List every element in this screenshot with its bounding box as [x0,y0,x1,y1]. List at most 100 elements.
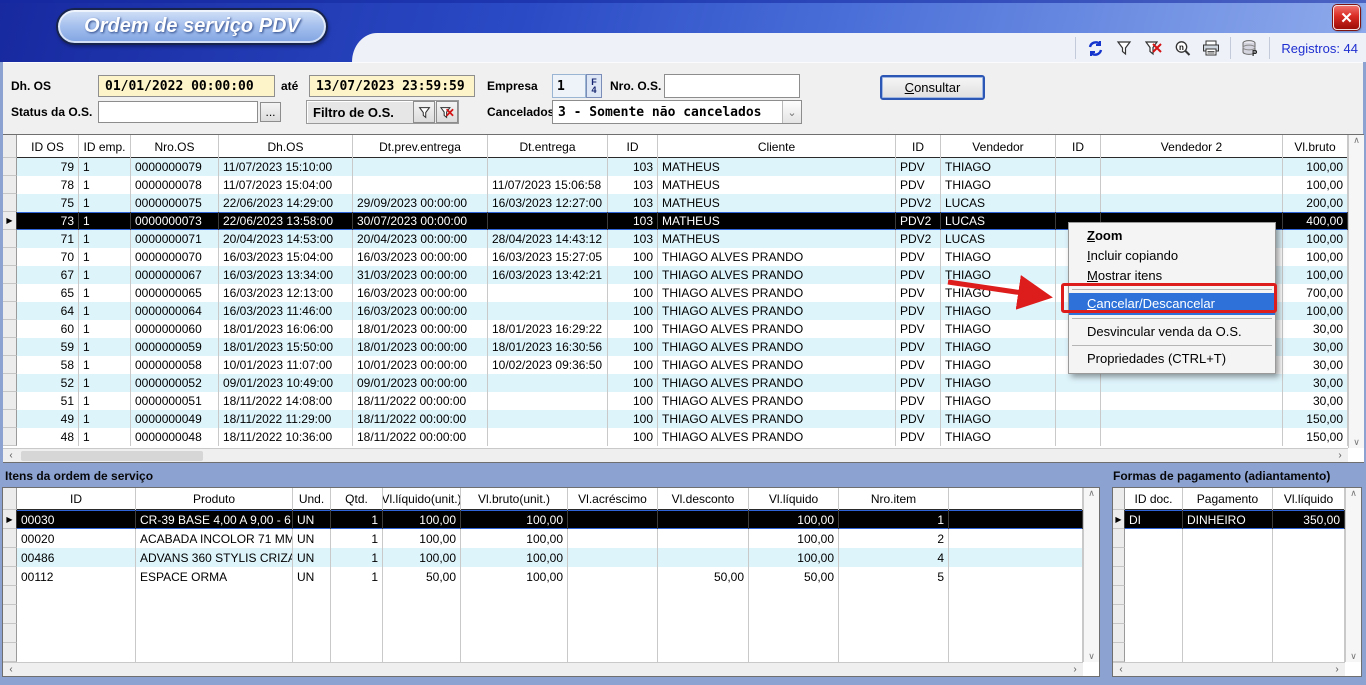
items-cell[interactable]: 100,00 [461,567,568,586]
orders-row[interactable]: 491000000004918/11/2022 11:29:0018/11/20… [3,410,1364,428]
orders-cell[interactable] [353,176,488,194]
orders-cell[interactable]: PDV [896,356,941,374]
orders-cell[interactable]: 100 [608,356,658,374]
orders-cell[interactable]: 150,00 [1283,428,1348,446]
orders-cell[interactable]: 18/01/2023 16:06:00 [219,320,353,338]
items-cell[interactable]: 100,00 [461,529,568,548]
orders-cell[interactable]: 0000000078 [131,176,219,194]
orders-cell[interactable]: 31/03/2023 00:00:00 [353,266,488,284]
filtro-os-filter-button[interactable] [413,101,435,123]
orders-col-header[interactable]: Dt.prev.entrega [353,135,488,158]
orders-cell[interactable]: 1 [79,248,131,266]
items-cell[interactable]: 00020 [17,529,136,548]
orders-cell[interactable]: THIAGO ALVES PRANDO [658,248,896,266]
orders-cell[interactable]: 100,00 [1283,248,1348,266]
orders-cell[interactable]: THIAGO [941,176,1056,194]
items-hscrollbar[interactable]: ‹› [3,662,1083,676]
orders-cell[interactable]: THIAGO [941,266,1056,284]
orders-cell[interactable]: 1 [79,428,131,446]
orders-col-header[interactable]: ID emp. [79,135,131,158]
orders-cell[interactable]: 16/03/2023 12:27:00 [488,194,608,212]
scroll-right-icon[interactable]: › [1332,450,1348,461]
scroll-left-icon[interactable]: ‹ [3,450,19,461]
orders-cell[interactable]: 29/09/2023 00:00:00 [353,194,488,212]
items-cell[interactable]: 100,00 [749,510,839,529]
orders-cell[interactable]: 51 [17,392,79,410]
orders-cell[interactable]: 1 [79,302,131,320]
items-col-header[interactable]: Produto [136,488,293,510]
filtro-os-clear-button[interactable] [436,101,458,123]
orders-cell[interactable]: 30/07/2023 00:00:00 [353,212,488,230]
payments-vscrollbar[interactable]: ∧∨ [1345,488,1361,662]
orders-cell[interactable]: THIAGO [941,428,1056,446]
orders-cell[interactable]: 700,00 [1283,284,1348,302]
items-cell[interactable]: 1 [331,529,383,548]
orders-cell[interactable]: 100,00 [1283,230,1348,248]
scroll-down-icon[interactable]: ∨ [1084,651,1100,662]
orders-cell[interactable] [1101,428,1283,446]
orders-cell[interactable]: 1 [79,374,131,392]
items-cell[interactable]: CR-39 BASE 4,00 A 9,00 - 6 [136,510,293,529]
items-cell[interactable]: UN [293,510,331,529]
orders-cell[interactable] [488,284,608,302]
menu-item[interactable]: Desvincular venda da O.S. [1069,322,1275,342]
orders-cell[interactable]: 52 [17,374,79,392]
orders-cell[interactable]: MATHEUS [658,230,896,248]
orders-cell[interactable]: 30,00 [1283,374,1348,392]
orders-cell[interactable]: 0000000071 [131,230,219,248]
items-cell[interactable]: 1 [331,567,383,586]
payments-col-header[interactable]: ID doc. [1125,488,1183,510]
orders-col-header[interactable]: ID OS [17,135,79,158]
orders-cell[interactable]: 75 [17,194,79,212]
items-cell[interactable] [658,529,749,548]
payments-cell[interactable]: 350,00 [1273,510,1345,529]
orders-col-header[interactable]: Vl.bruto [1283,135,1348,158]
items-cell[interactable]: UN [293,567,331,586]
orders-cell[interactable]: 100 [608,338,658,356]
status-os-input[interactable] [98,101,258,123]
orders-cell[interactable]: PDV [896,302,941,320]
items-vscrollbar[interactable]: ∧∨ [1083,488,1099,662]
items-cell[interactable] [568,548,658,567]
orders-cell[interactable]: 1 [79,230,131,248]
menu-item[interactable]: Cancelar/Descancelar [1069,293,1275,315]
orders-cell[interactable]: 58 [17,356,79,374]
items-cell[interactable]: 100,00 [383,548,461,567]
scroll-left-icon[interactable]: ‹ [3,664,19,675]
orders-cell[interactable]: 16/03/2023 15:04:00 [219,248,353,266]
zoom-record-icon[interactable]: n [1172,38,1192,58]
orders-cell[interactable]: 48 [17,428,79,446]
orders-cell[interactable]: PDV2 [896,194,941,212]
orders-cell[interactable]: 100,00 [1283,266,1348,284]
orders-cell[interactable]: LUCAS [941,230,1056,248]
orders-cell[interactable]: THIAGO [941,392,1056,410]
orders-cell[interactable]: 1 [79,212,131,230]
orders-vscrollbar[interactable]: ∧∨ [1348,135,1364,448]
orders-cell[interactable]: PDV2 [896,212,941,230]
orders-cell[interactable]: 1 [79,176,131,194]
orders-cell[interactable]: MATHEUS [658,176,896,194]
orders-cell[interactable]: THIAGO [941,410,1056,428]
menu-item[interactable]: Incluir copiando [1069,246,1275,266]
orders-cell[interactable]: PDV [896,338,941,356]
empresa-lookup-button[interactable]: F 4 [586,74,602,98]
orders-cell[interactable] [488,212,608,230]
orders-cell[interactable]: THIAGO ALVES PRANDO [658,428,896,446]
items-row[interactable]: 00020ACABADA INCOLOR 71 MMUN1100,00100,0… [3,529,1099,548]
orders-cell[interactable]: PDV2 [896,230,941,248]
orders-cell[interactable]: 100 [608,320,658,338]
orders-cell[interactable]: 1 [79,194,131,212]
orders-cell[interactable]: PDV [896,176,941,194]
menu-item[interactable]: Mostrar itens [1069,266,1275,286]
items-cell[interactable] [949,548,1083,567]
orders-cell[interactable]: 16/03/2023 00:00:00 [353,248,488,266]
orders-cell[interactable]: 1 [79,158,131,176]
orders-cell[interactable]: 18/01/2023 16:30:56 [488,338,608,356]
orders-cell[interactable]: THIAGO [941,284,1056,302]
items-cell[interactable]: ACABADA INCOLOR 71 MM [136,529,293,548]
close-button[interactable]: ✕ [1333,5,1360,30]
orders-cell[interactable] [1056,176,1101,194]
scroll-down-icon[interactable]: ∨ [1349,437,1365,448]
orders-cell[interactable]: THIAGO [941,248,1056,266]
orders-cell[interactable]: 16/03/2023 13:34:00 [219,266,353,284]
